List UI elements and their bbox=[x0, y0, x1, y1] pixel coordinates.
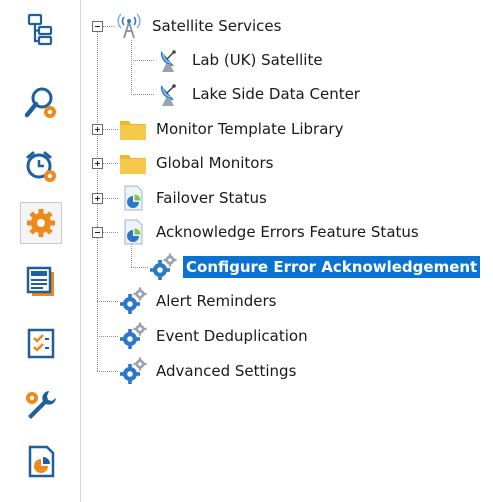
checklist-icon bbox=[27, 328, 55, 359]
tree-item-label: Global Monitors bbox=[156, 154, 274, 172]
search-settings-button[interactable] bbox=[20, 82, 62, 124]
news-icon bbox=[26, 266, 54, 296]
satellite-dish-icon bbox=[160, 84, 176, 106]
search-settings-icon bbox=[24, 87, 56, 118]
collapse-toggle-satellite-services[interactable] bbox=[92, 21, 103, 32]
settings-toolbar bbox=[0, 0, 80, 502]
tree-item-label: Acknowledge Errors Feature Status bbox=[156, 223, 419, 241]
tree-item-advanced-settings[interactable]: Advanced Settings bbox=[119, 357, 299, 384]
report-pie-document-icon bbox=[124, 185, 143, 211]
tree-item-label: Alert Reminders bbox=[156, 292, 277, 310]
gears-icon bbox=[120, 357, 147, 384]
tree-item-lab-uk-satellite[interactable]: Lab (UK) Satellite bbox=[155, 47, 326, 73]
settings-tree: Satellite Services Lab (UK) Satellite La… bbox=[81, 0, 493, 502]
general-settings-button[interactable] bbox=[20, 202, 62, 244]
report-chart-icon bbox=[28, 445, 55, 478]
tree-item-label: Failover Status bbox=[156, 189, 267, 207]
tree-item-lake-side-data-center[interactable]: Lake Side Data Center bbox=[155, 81, 363, 107]
tree-item-alert-reminders[interactable]: Alert Reminders bbox=[119, 287, 279, 314]
tree-item-monitor-template-library[interactable]: Monitor Template Library bbox=[119, 116, 346, 142]
tree-view-icon bbox=[27, 13, 53, 46]
tree-item-label: Monitor Template Library bbox=[156, 120, 344, 138]
tree-item-label: Satellite Services bbox=[152, 17, 282, 35]
folder-icon bbox=[120, 155, 146, 174]
tree-item-satellite-services[interactable]: Satellite Services bbox=[115, 13, 284, 39]
tree-item-failover-status[interactable]: Failover Status bbox=[119, 185, 270, 211]
tools-icon bbox=[26, 391, 56, 419]
tree-item-global-monitors[interactable]: Global Monitors bbox=[119, 150, 276, 176]
gears-icon bbox=[120, 287, 147, 314]
settings-gear-icon bbox=[27, 209, 55, 237]
satellite-dish-icon bbox=[160, 50, 176, 72]
tree-item-event-deduplication[interactable]: Event Deduplication bbox=[119, 322, 311, 349]
tree-item-label: Event Deduplication bbox=[156, 327, 308, 345]
report-pie-document-icon bbox=[124, 219, 143, 245]
tools-button[interactable] bbox=[20, 384, 62, 426]
tree-item-acknowledge-errors-feature-status[interactable]: Acknowledge Errors Feature Status bbox=[119, 219, 422, 245]
alarm-clock-settings-icon bbox=[26, 151, 56, 182]
tree-view-button[interactable] bbox=[20, 8, 62, 50]
collapse-toggle-acknowledge-errors[interactable] bbox=[92, 227, 103, 238]
tree-connector-lines bbox=[97, 26, 155, 372]
expand-toggle-monitor-template-library[interactable] bbox=[92, 124, 103, 135]
tree-item-configure-error-acknowledgement[interactable]: Configure Error Acknowledgement bbox=[149, 253, 481, 280]
news-button[interactable] bbox=[20, 260, 62, 302]
expand-toggle-failover-status[interactable] bbox=[92, 193, 103, 204]
tree-item-label: Advanced Settings bbox=[156, 362, 297, 380]
gears-icon bbox=[120, 322, 147, 349]
tree-item-label: Configure Error Acknowledgement bbox=[183, 256, 481, 278]
checklist-button[interactable] bbox=[20, 322, 62, 364]
gears-icon bbox=[150, 253, 177, 280]
tree-item-label: Lab (UK) Satellite bbox=[192, 51, 323, 69]
expand-toggle-global-monitors[interactable] bbox=[92, 158, 103, 169]
tree-item-label: Lake Side Data Center bbox=[192, 85, 360, 103]
report-button[interactable] bbox=[20, 440, 62, 482]
folder-icon bbox=[120, 121, 146, 140]
satellite-tower-icon bbox=[117, 13, 141, 39]
alarm-settings-button[interactable] bbox=[20, 146, 62, 188]
